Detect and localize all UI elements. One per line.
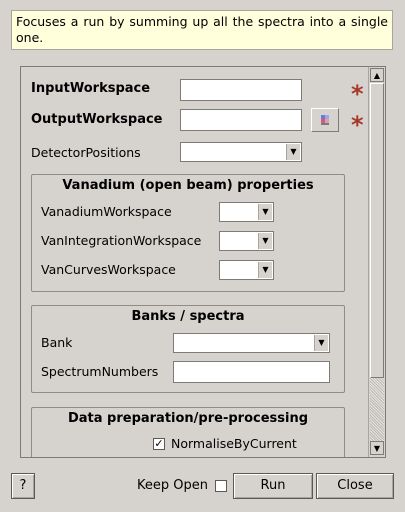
vanadium-workspace-label: VanadiumWorkspace	[41, 204, 172, 219]
chevron-down-icon: ▼	[258, 233, 272, 249]
chevron-down-icon: ▼	[373, 444, 381, 453]
required-star-icon: *	[351, 111, 364, 139]
output-workspace-field[interactable]	[180, 109, 302, 131]
van-integration-workspace-label: VanIntegrationWorkspace	[41, 233, 202, 248]
scrollbar-thumb[interactable]	[370, 83, 384, 378]
group-title: Data preparation/pre-processing	[67, 411, 309, 426]
detector-positions-combo[interactable]: ▼	[180, 142, 302, 162]
scroll-up-button[interactable]: ▲	[370, 68, 384, 82]
keep-open-checkbox[interactable]	[215, 480, 227, 492]
group-title: Banks / spectra	[131, 309, 245, 324]
spectrum-numbers-label: SpectrumNumbers	[41, 364, 159, 379]
chevron-down-icon: ▼	[258, 262, 272, 278]
close-button[interactable]: Close	[316, 473, 394, 499]
scroll-down-button[interactable]: ▼	[370, 441, 384, 455]
chevron-up-icon: ▲	[373, 71, 381, 80]
bank-combo[interactable]: ▼	[173, 333, 330, 353]
normalise-by-current-checkbox[interactable]: ✓	[153, 438, 165, 450]
vanadium-properties-group: Vanadium (open beam) properties Vanadium…	[31, 174, 345, 292]
algorithm-description: Focuses a run by summing up all the spec…	[11, 10, 393, 50]
keep-open-label: Keep Open	[137, 478, 208, 493]
data-preparation-group: Data preparation/pre-processing ✓ Normal…	[31, 407, 345, 457]
input-workspace-label: InputWorkspace	[31, 81, 151, 96]
group-title: Vanadium (open beam) properties	[62, 178, 314, 193]
properties-scroll-area[interactable]: InputWorkspace * OutputWorkspace * Detec…	[20, 66, 386, 458]
workspace-icon	[321, 115, 329, 125]
chevron-down-icon: ▼	[314, 335, 328, 351]
van-curves-workspace-combo[interactable]: ▼	[219, 260, 274, 280]
scrollbar-track[interactable]	[370, 378, 384, 441]
van-curves-workspace-label: VanCurvesWorkspace	[41, 262, 176, 277]
output-workspace-label: OutputWorkspace	[31, 112, 163, 127]
help-button[interactable]: ?	[11, 473, 35, 499]
input-workspace-field[interactable]	[180, 79, 302, 101]
required-star-icon: *	[351, 80, 364, 108]
banks-spectra-group: Banks / spectra Bank ▼ SpectrumNumbers	[31, 305, 345, 393]
chevron-down-icon: ▼	[286, 144, 300, 160]
vertical-scrollbar[interactable]: ▲ ▼	[368, 67, 385, 457]
detector-positions-label: DetectorPositions	[31, 145, 141, 160]
van-integration-workspace-combo[interactable]: ▼	[219, 231, 274, 251]
bank-label: Bank	[41, 335, 73, 350]
vanadium-workspace-combo[interactable]: ▼	[219, 202, 274, 222]
spectrum-numbers-field[interactable]	[173, 361, 330, 383]
run-button[interactable]: Run	[233, 473, 313, 499]
normalise-by-current-label: NormaliseByCurrent	[171, 436, 297, 451]
workspace-browse-button[interactable]	[311, 108, 339, 132]
chevron-down-icon: ▼	[258, 204, 272, 220]
